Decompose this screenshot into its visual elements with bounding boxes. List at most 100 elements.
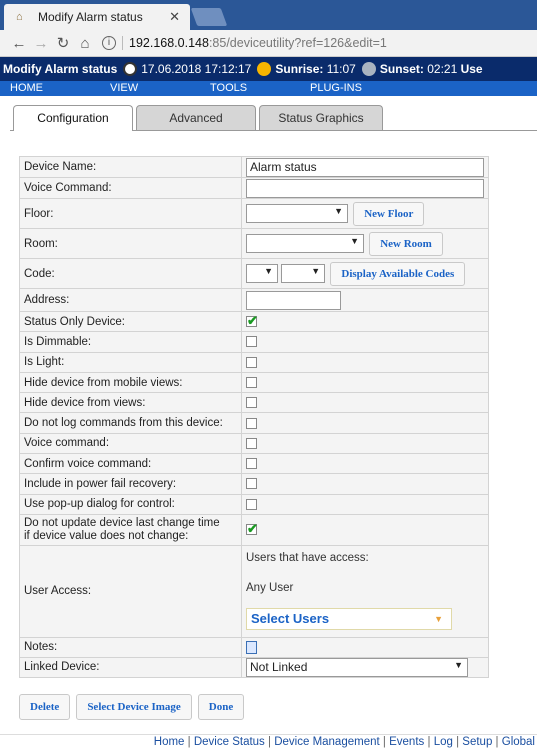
page-title: Modify Alarm status	[3, 62, 118, 76]
close-tab-icon[interactable]: ✕	[169, 9, 180, 25]
header-datetime: 17.06.2018 17:12:17	[141, 62, 252, 76]
select-users-dropdown[interactable]: Select Users ▼	[246, 607, 452, 630]
sunset-label: Sunset:	[379, 62, 424, 76]
checkbox[interactable]	[246, 417, 257, 429]
device-name-input[interactable]: Alarm status	[246, 157, 484, 177]
checkbox-label: Confirm voice command:	[19, 453, 242, 475]
no-update-label-line-2: if device value does not change:	[24, 529, 189, 542]
footer-home[interactable]: Home	[154, 736, 185, 748]
menu-plugins[interactable]: PLUG-INS	[300, 81, 400, 96]
voice-command-input[interactable]	[246, 178, 484, 198]
browser-tabstrip: ⌂ Modify Alarm status ✕	[0, 0, 537, 30]
checkbox-label: Status Only Device:	[19, 310, 242, 333]
code-house-select[interactable]: ▼	[246, 264, 278, 283]
menu-home[interactable]: HOME	[0, 81, 100, 96]
done-button[interactable]: Done	[197, 694, 245, 720]
checkbox-rows: Status Only Device:Is Dimmable:Is Light:…	[19, 310, 489, 515]
chevron-down-icon: ▼	[264, 266, 273, 276]
footer-log[interactable]: Log	[434, 736, 453, 748]
info-icon[interactable]: i	[102, 36, 116, 50]
clock-icon	[123, 62, 138, 76]
user-access-label: User Access:	[19, 544, 242, 638]
checkbox-label: Is Light:	[19, 351, 242, 373]
page-tabs: Configuration Advanced Status Graphics	[0, 105, 537, 137]
footer-sep: |	[456, 736, 460, 748]
tab-status-graphics[interactable]: Status Graphics	[259, 105, 383, 130]
linked-device-select[interactable]: Not Linked ▼	[246, 657, 468, 677]
new-floor-button[interactable]: New Floor	[353, 201, 425, 226]
select-users-label: Select Users	[251, 610, 330, 626]
notes-label: Notes:	[19, 636, 242, 658]
url-host: 192.168.0.148	[129, 36, 209, 50]
menu-tools[interactable]: TOOLS	[200, 81, 300, 96]
display-codes-button[interactable]: Display Available Codes	[330, 261, 466, 286]
tab-configuration[interactable]: Configuration	[13, 105, 133, 131]
footer-device-management[interactable]: Device Management	[274, 736, 379, 748]
address-bar: ← → ↻ ⌂ i 192.168.0.148:85/deviceutility…	[0, 30, 537, 57]
voice-command-label: Voice Command:	[19, 177, 242, 199]
linked-device-label: Linked Device:	[19, 656, 242, 678]
checkbox[interactable]	[246, 356, 257, 368]
checkbox[interactable]	[246, 498, 257, 510]
tab-advanced[interactable]: Advanced	[136, 105, 256, 130]
app-header: Modify Alarm status 17.06.2018 17:12:17 …	[0, 57, 537, 81]
reload-icon[interactable]: ↻	[52, 34, 74, 52]
browser-tab[interactable]: ⌂ Modify Alarm status ✕	[4, 4, 190, 30]
floor-label: Floor:	[19, 198, 242, 229]
address-input[interactable]	[246, 290, 341, 310]
checkbox[interactable]	[246, 458, 257, 470]
checkbox-row: Do not log commands from this device:	[19, 412, 489, 434]
chevron-down-icon: ▼	[454, 659, 463, 670]
checkbox-row: Hide device from views:	[19, 392, 489, 414]
delete-button[interactable]: Delete	[19, 694, 71, 720]
checkbox-row: Include in power fail recovery:	[19, 473, 489, 495]
forward-icon[interactable]: →	[30, 35, 52, 52]
checkbox-row: Hide device from mobile views:	[19, 371, 489, 394]
checkbox-label: Include in power fail recovery:	[19, 473, 242, 495]
no-update-checkbox[interactable]	[246, 521, 258, 537]
notes-icon[interactable]	[246, 640, 257, 654]
new-room-button[interactable]: New Room	[369, 231, 443, 256]
checkbox-label: Hide device from mobile views:	[19, 371, 242, 394]
checkbox-row: Confirm voice command:	[19, 453, 489, 475]
back-icon[interactable]: ←	[8, 35, 30, 52]
checkbox[interactable]	[246, 478, 257, 490]
sunset-time: 02:21	[427, 62, 458, 76]
chevron-down-icon: ▼	[334, 206, 343, 216]
checkbox-row: Is Dimmable:	[19, 331, 489, 353]
room-label: Room:	[19, 228, 242, 259]
home-icon[interactable]: ⌂	[74, 35, 96, 52]
footer-global[interactable]: Global	[502, 736, 535, 748]
footer-links: Home | Device Status | Device Management…	[0, 736, 537, 750]
address-label: Address:	[19, 288, 242, 312]
users-access-value: Any User	[246, 581, 294, 594]
url-separator	[122, 36, 123, 50]
select-device-image-button[interactable]: Select Device Image	[76, 694, 192, 720]
device-config-form: Device Name: Alarm status Voice Command:…	[19, 156, 489, 678]
code-unit-select[interactable]: ▼	[281, 264, 326, 283]
menu-view[interactable]: VIEW	[100, 81, 200, 96]
menu-bar: HOME VIEW TOOLS PLUG-INS	[0, 81, 537, 96]
footer-setup[interactable]: Setup	[462, 736, 492, 748]
footer-sep: |	[187, 736, 191, 748]
floor-select[interactable]: ▼	[246, 204, 348, 223]
footer-sep: |	[382, 736, 386, 748]
footer-events[interactable]: Events	[389, 736, 424, 748]
sun-icon	[257, 62, 272, 76]
checkbox[interactable]	[246, 377, 257, 388]
sunrise-label: Sunrise:	[275, 62, 324, 76]
checkbox[interactable]	[246, 313, 258, 329]
checkbox[interactable]	[246, 336, 257, 348]
room-select[interactable]: ▼	[246, 234, 364, 253]
footer-sep: |	[427, 736, 431, 748]
footer-sep: |	[495, 736, 499, 748]
checkbox-row: Status Only Device:	[19, 310, 489, 333]
sunrise-time: 11:07	[326, 62, 356, 76]
checkbox[interactable]	[246, 437, 257, 449]
footer-device-status[interactable]: Device Status	[194, 736, 265, 748]
no-update-label-line-1: Do not update device last change time	[24, 516, 220, 529]
checkbox[interactable]	[246, 397, 257, 409]
url-field[interactable]: i 192.168.0.148:85/deviceutility?ref=126…	[102, 32, 537, 54]
user-label: Use	[460, 62, 483, 76]
new-tab-button[interactable]	[190, 8, 228, 26]
